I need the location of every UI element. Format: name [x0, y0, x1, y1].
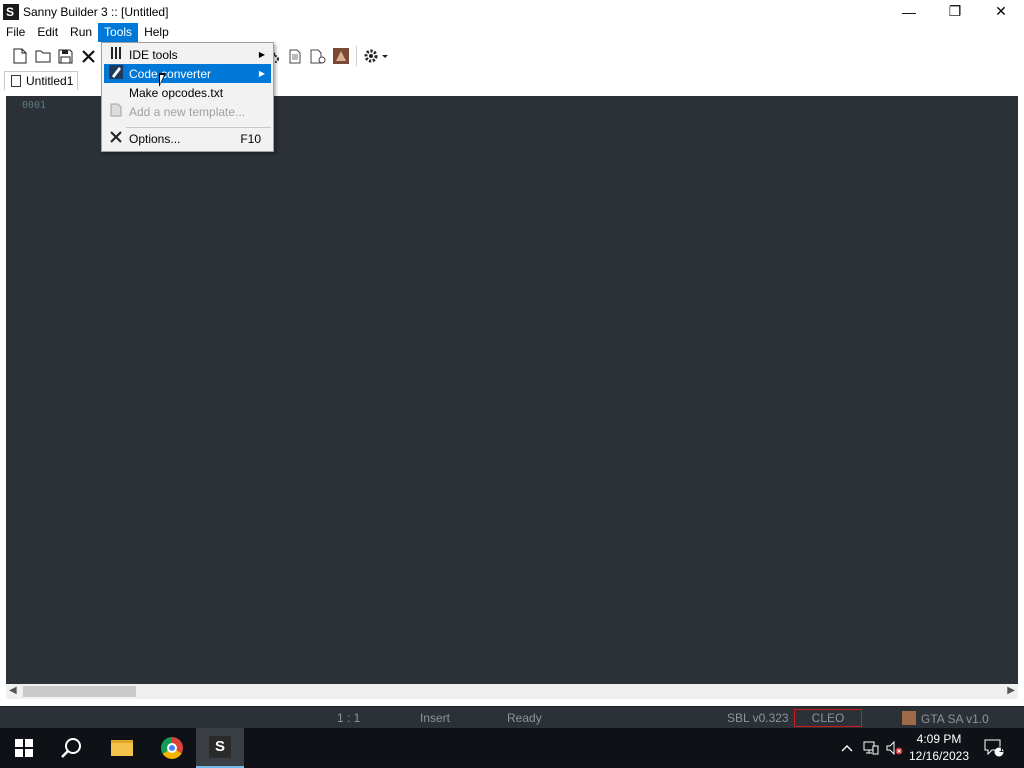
menu-run[interactable]: Run — [64, 23, 98, 42]
menu-item-code-converter[interactable]: Code converter ▶ — [104, 64, 271, 83]
network-icon[interactable] — [860, 728, 882, 768]
cursor-position: 1 : 1 — [337, 711, 361, 725]
document-gear-icon[interactable] — [306, 45, 329, 67]
restore-button[interactable]: ❐ — [932, 0, 978, 23]
clock-time: 4:09 PM — [916, 732, 962, 746]
scroll-right-icon[interactable]: ▶ — [1007, 685, 1015, 696]
menu-item-make-opcodes[interactable]: Make opcodes.txt — [104, 83, 271, 102]
pen-icon — [107, 65, 125, 82]
horizontal-scrollbar[interactable]: ◀ ▶ — [6, 684, 1018, 699]
code-editor[interactable]: 0001 — [6, 96, 1018, 684]
scroll-left-icon[interactable]: ◀ — [9, 685, 17, 696]
status-bar: 1 : 1 Insert Ready SBL v0.323 CLEO GTA S… — [0, 706, 1024, 728]
minimize-button[interactable]: — — [886, 0, 932, 23]
windows-logo-icon — [15, 739, 33, 757]
menu-separator — [126, 127, 271, 128]
app-logo-icon — [3, 3, 19, 20]
mouse-cursor-fill — [160, 75, 164, 84]
search-icon — [61, 738, 81, 758]
sanny-builder-icon: S — [209, 736, 231, 758]
menu-bar: File Edit Run Tools Help — [0, 23, 1024, 42]
open-folder-icon[interactable] — [31, 45, 54, 67]
menu-item-label: IDE tools — [129, 47, 178, 62]
tab-label: Untitled1 — [26, 74, 74, 88]
folder-icon — [111, 740, 133, 756]
taskbar-chrome[interactable] — [148, 728, 196, 768]
submenu-arrow-icon: ▶ — [258, 50, 265, 59]
menu-item-ide-tools[interactable]: IDE tools ▶ — [104, 45, 271, 64]
window-controls: — ❐ ✕ — [886, 0, 1024, 23]
game-icon — [902, 711, 916, 725]
toolbar-separator — [356, 46, 357, 66]
tray-chevron-icon[interactable] — [838, 728, 856, 768]
line-number: 0001 — [22, 100, 47, 111]
system-clock[interactable]: 4:09 PM 12/16/2023 — [900, 731, 978, 765]
sbl-version: SBL v0.323 — [727, 711, 789, 725]
tools-icon — [107, 46, 125, 63]
notification-count: 1 — [999, 745, 1004, 754]
title-bar: Sanny Builder 3 :: [Untitled] — ❐ ✕ — [0, 0, 1024, 23]
document-icon — [11, 75, 21, 87]
scroll-thumb[interactable] — [23, 686, 136, 697]
cleo-badge[interactable]: CLEO — [794, 709, 862, 727]
menu-item-add-template: Add a new template... — [104, 102, 271, 121]
chrome-icon — [161, 737, 183, 759]
menu-item-label: Code converter — [129, 66, 212, 81]
menu-item-label: Options... — [129, 131, 181, 146]
close-window-button[interactable]: ✕ — [978, 0, 1024, 23]
game-selector[interactable]: GTA SA v1.0 — [902, 711, 989, 726]
menu-shortcut: F10 — [240, 131, 261, 146]
game-icon[interactable] — [329, 45, 352, 67]
menu-file[interactable]: File — [0, 23, 31, 42]
game-label: GTA SA v1.0 — [921, 712, 989, 726]
save-icon[interactable] — [54, 45, 77, 67]
window-title: Sanny Builder 3 :: [Untitled] — [23, 4, 169, 19]
menu-help[interactable]: Help — [138, 23, 175, 42]
clock-date: 12/16/2023 — [908, 749, 970, 763]
submenu-arrow-icon: ▶ — [258, 69, 265, 78]
document-icon[interactable] — [283, 45, 306, 67]
editor-frame: 0001 ◀ ▶ — [0, 90, 1024, 706]
menu-item-label: Make opcodes.txt — [129, 85, 224, 100]
start-button[interactable] — [0, 728, 48, 768]
menu-item-label: Add a new template... — [129, 104, 246, 119]
menu-edit[interactable]: Edit — [31, 23, 64, 42]
settings-gear-icon[interactable] — [361, 45, 391, 67]
taskbar-file-explorer[interactable] — [98, 728, 146, 768]
close-file-icon[interactable] — [77, 45, 100, 67]
menu-tools[interactable]: Tools — [98, 23, 139, 42]
notification-center-icon[interactable]: 1 — [980, 728, 1008, 768]
edit-mode: Insert — [420, 711, 451, 725]
tab-untitled1[interactable]: Untitled1 — [4, 71, 78, 90]
menu-item-options[interactable]: Options... F10 — [104, 129, 271, 148]
taskbar-sanny-builder[interactable]: S — [196, 728, 244, 768]
new-file-icon[interactable] — [8, 45, 31, 67]
taskbar: S 4:09 PM 12/16/2023 1 — [0, 728, 1024, 768]
wrench-icon — [107, 130, 125, 147]
template-icon — [107, 103, 125, 120]
status-text: Ready — [507, 711, 542, 725]
tools-menu: IDE tools ▶ Code converter ▶ Make opcode… — [101, 42, 274, 152]
search-button[interactable] — [48, 728, 96, 768]
